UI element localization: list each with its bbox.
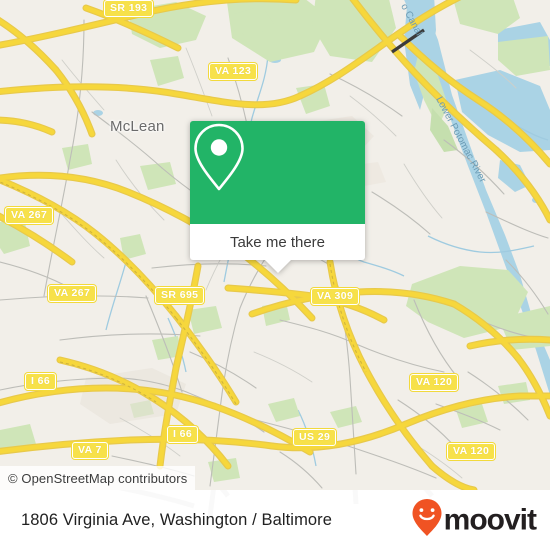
footer-bar: 1806 Virginia Ave, Washington / Baltimor… (0, 490, 550, 550)
popup-pointer-tail (264, 260, 291, 273)
osm-attribution-text: © OpenStreetMap contributors (8, 470, 188, 486)
road-shield-sr-695: SR 695 (155, 287, 205, 304)
road-shield-us-29: US 29 (293, 429, 337, 446)
take-me-there-label: Take me there (229, 233, 326, 251)
road-shield-va-309: VA 309 (311, 288, 360, 305)
moovit-smile-pin-icon (411, 498, 443, 543)
destination-popup[interactable]: Take me there (190, 121, 365, 273)
moovit-logo[interactable]: moovit (411, 498, 537, 543)
popup-marker-area (190, 121, 365, 224)
road-shield-va-123: VA 123 (209, 63, 258, 80)
road-shield-va-120-b: VA 120 (447, 443, 496, 460)
take-me-there-button[interactable]: Take me there (190, 224, 365, 260)
moovit-map-screenshot: .water { fill:#aad3e5; } .stream { fill:… (0, 0, 550, 550)
place-label-mclean: McLean (110, 118, 165, 135)
road-shield-va-120-a: VA 120 (410, 374, 459, 391)
road-shield-sr-193: SR 193 (104, 0, 154, 17)
road-shield-va-267-a: VA 267 (5, 207, 54, 224)
road-shield-va-7: VA 7 (72, 442, 108, 459)
road-shield-i-66-a: I 66 (25, 373, 57, 390)
moovit-wordmark: moovit (443, 503, 537, 536)
road-shield-i-66-b: I 66 (167, 426, 199, 443)
osm-attribution[interactable]: © OpenStreetMap contributors (0, 466, 196, 490)
road-shield-va-267-b: VA 267 (48, 285, 97, 302)
map-canvas[interactable]: .water { fill:#aad3e5; } .stream { fill:… (0, 0, 550, 490)
address-text: 1806 Virginia Ave, Washington / Baltimor… (21, 510, 333, 529)
